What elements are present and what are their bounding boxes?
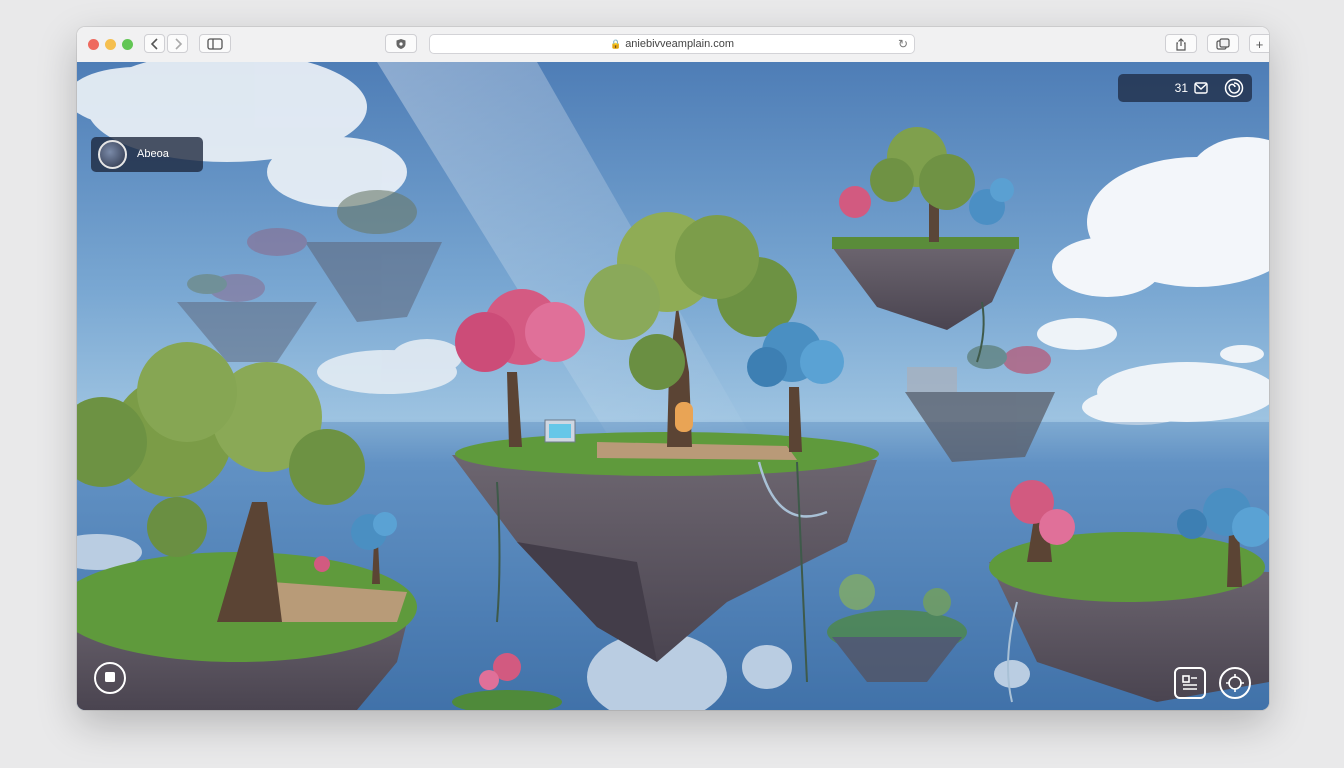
menu-icon — [1182, 675, 1197, 690]
url-text: 🔒 aniebivveamplain.com — [430, 38, 914, 50]
share-icon — [1176, 38, 1186, 51]
avatar-icon[interactable] — [98, 140, 127, 169]
zoom-window-button[interactable] — [122, 39, 133, 50]
menu-button[interactable] — [1174, 667, 1206, 699]
chevron-left-icon — [150, 38, 158, 50]
url-value: aniebivveamplain.com — [625, 38, 735, 50]
browser-window: 🔒 aniebivveamplain.com ↻ + 31 Abeoa — [77, 27, 1269, 710]
new-tab-button[interactable]: + — [1249, 34, 1269, 53]
sidebar-icon — [207, 38, 223, 50]
hud-count: 31 — [1174, 81, 1188, 95]
shield-icon — [396, 39, 406, 49]
compass-icon — [1226, 674, 1244, 692]
close-window-button[interactable] — [88, 39, 99, 50]
sidebar-button[interactable] — [199, 34, 231, 53]
plus-icon: + — [1255, 37, 1264, 52]
forward-button[interactable] — [167, 34, 188, 53]
browser-toolbar: 🔒 aniebivveamplain.com ↻ + — [77, 27, 1269, 63]
mail-icon[interactable] — [1194, 81, 1208, 99]
address-bar[interactable]: 🔒 aniebivveamplain.com ↻ — [429, 34, 915, 54]
lock-icon: 🔒 — [609, 39, 622, 49]
tabs-icon — [1216, 38, 1230, 50]
back-button[interactable] — [144, 34, 165, 53]
swirl-icon[interactable] — [1224, 78, 1244, 103]
game-scene[interactable] — [77, 62, 1269, 710]
hud-counter-panel[interactable]: 31 — [1118, 74, 1252, 102]
player-name: Abeoa — [137, 148, 169, 160]
chevron-right-icon — [174, 38, 182, 50]
privacy-button[interactable] — [385, 34, 417, 53]
game-viewport[interactable]: 31 Abeoa — [77, 62, 1269, 710]
tabs-button[interactable] — [1207, 34, 1239, 53]
stop-button[interactable] — [94, 662, 126, 694]
compass-button[interactable] — [1219, 667, 1251, 699]
reload-icon[interactable]: ↻ — [898, 37, 908, 51]
stop-icon — [105, 672, 115, 682]
minimize-window-button[interactable] — [105, 39, 116, 50]
share-button[interactable] — [1165, 34, 1197, 53]
player-tag[interactable]: Abeoa — [91, 137, 203, 172]
